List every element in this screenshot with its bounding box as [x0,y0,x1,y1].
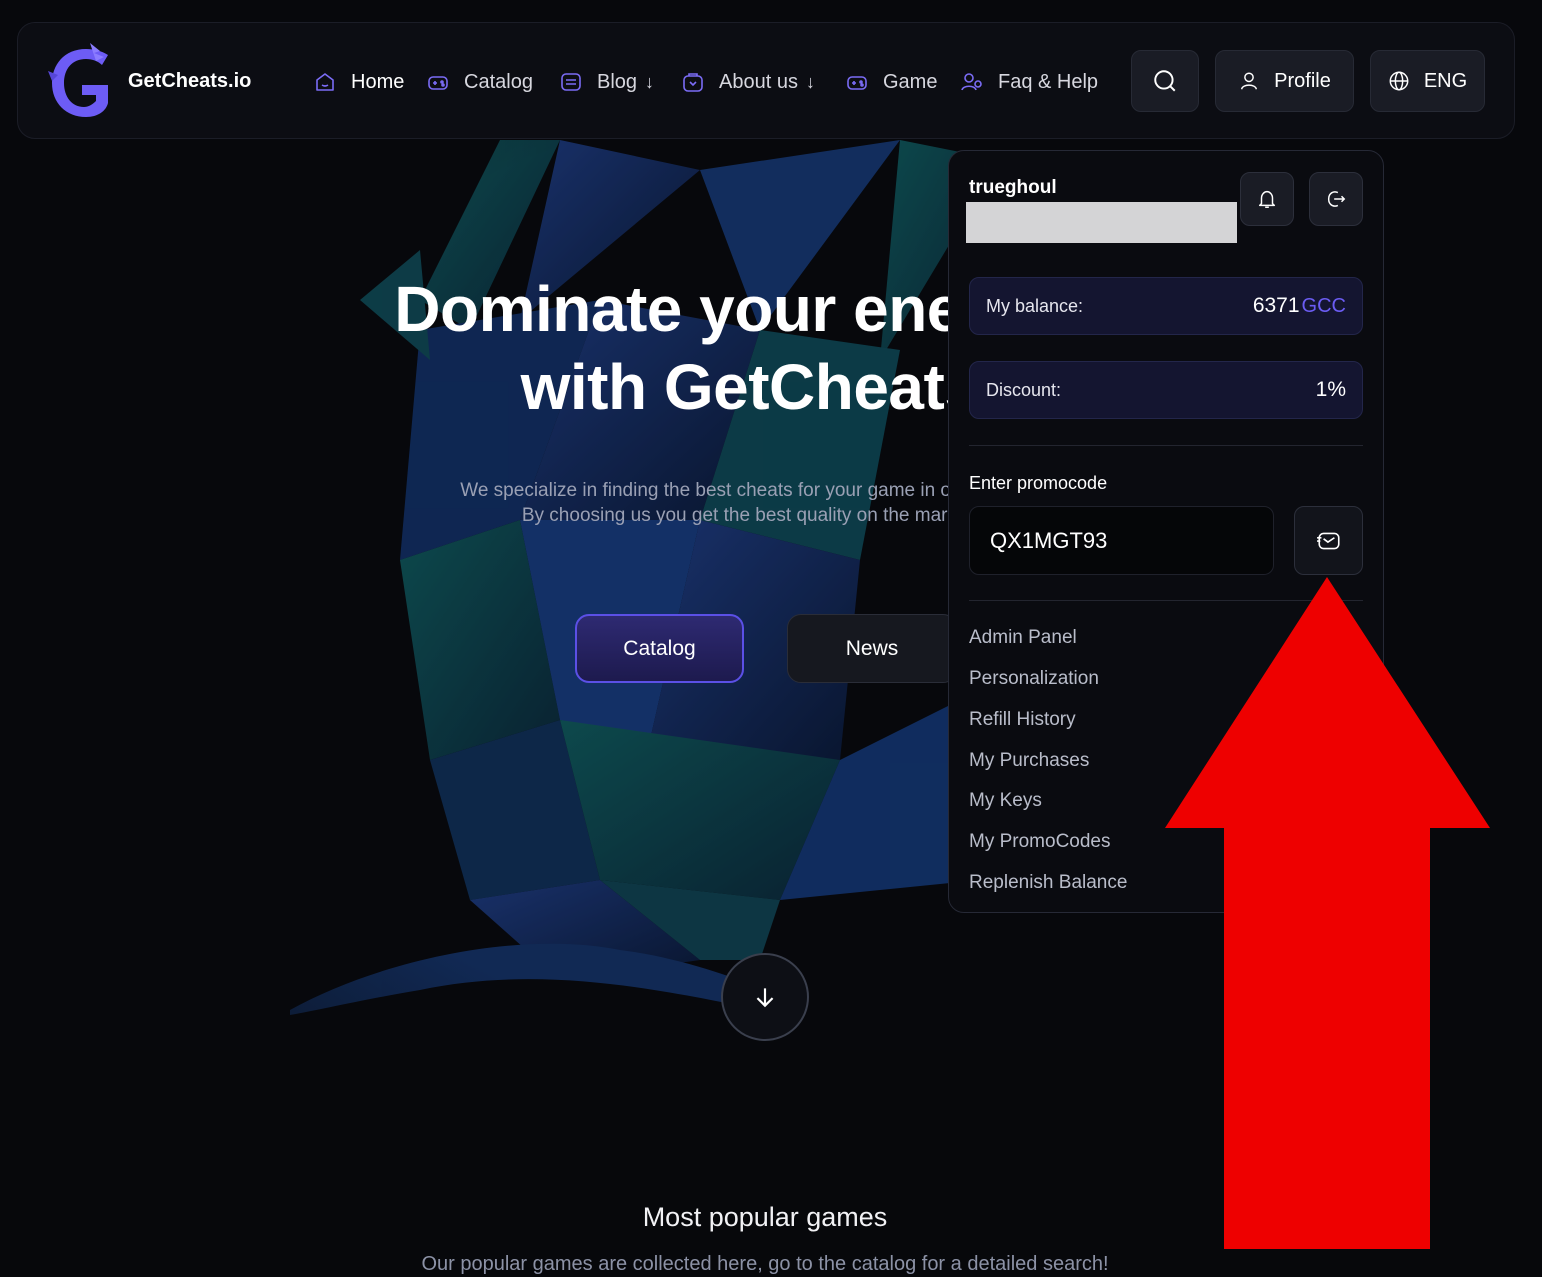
language-label: ENG [1423,69,1468,92]
gamepad-icon [847,76,867,90]
nav-faq-label: Faq & Help [998,70,1099,93]
menu-refill-history[interactable]: Refill History [969,709,1076,731]
red-annotation-arrow [1165,577,1490,1249]
nav-faq[interactable]: Faq & Help [960,67,1098,97]
nav-catalog[interactable]: Catalog [426,67,533,97]
menu-my-purchases[interactable]: My Purchases [969,750,1089,772]
popular-games-subtitle: Our popular games are collected here, go… [421,1253,1109,1275]
notifications-button[interactable] [1240,172,1294,226]
redacted-email-block [966,202,1237,243]
balance-amount: 6371 GCC [1253,294,1346,318]
blog-icon [561,73,581,91]
balance-label: My balance: [986,295,1084,316]
profile-label: Profile [1274,69,1331,92]
menu-personalization[interactable]: Personalization [969,668,1099,690]
logout-icon [1327,191,1346,207]
menu-my-promocodes[interactable]: My PromoCodes [969,831,1111,853]
globe-icon [1389,71,1409,91]
bell-icon [1258,190,1276,208]
balance-row: My balance: 6371 GCC [969,277,1363,335]
divider [969,445,1363,446]
nav-about[interactable]: About us ↓ [681,67,815,97]
popular-games-title: Most popular games [642,1202,888,1232]
hero-catalog-button[interactable]: Catalog [575,614,744,683]
nav-blog-label: Blog [597,70,638,93]
users-icon [961,73,982,91]
balance-currency: GCC [1301,295,1346,317]
chevron-down-icon: ↓ [805,71,815,92]
promocode-submit-button[interactable] [1294,506,1363,575]
menu-replenish-balance[interactable]: Replenish Balance [969,872,1127,894]
nav-game[interactable]: Game [845,67,937,97]
user-icon [1241,72,1258,90]
getcheats-logo-icon[interactable] [46,41,112,121]
ticket-send-icon [1316,532,1340,549]
discount-row: Discount: 1% [969,361,1363,419]
search-icon [1154,70,1176,92]
search-button[interactable] [1131,50,1199,112]
nav-catalog-label: Catalog [464,70,533,93]
home-icon [316,73,334,91]
promocode-label: Enter promocode [969,473,1108,493]
arrow-down-icon [756,988,774,1008]
info-bag-icon [683,73,703,92]
dropdown-username: trueghoul [969,177,1057,198]
nav-blog[interactable]: Blog ↓ [559,67,654,97]
nav-home[interactable]: Home [313,67,404,97]
balance-value: 6371 [1252,294,1300,317]
chevron-down-icon: ↓ [645,71,655,92]
promocode-input[interactable] [969,506,1274,575]
discount-label: Discount: [986,379,1062,400]
logout-button[interactable] [1309,172,1363,226]
menu-my-keys[interactable]: My Keys [969,790,1042,812]
gamepad-icon [428,76,448,90]
nav-about-label: About us [719,70,798,93]
top-navbar: GetCheats.io Home Catalog Blog ↓ About u… [17,22,1515,139]
discount-value: 1% [1315,378,1346,401]
nav-game-label: Game [883,70,938,93]
nav-home-label: Home [351,70,405,93]
menu-admin-panel[interactable]: Admin Panel [969,627,1077,649]
profile-button[interactable]: Profile [1215,50,1354,112]
language-button[interactable]: ENG [1370,50,1485,112]
scroll-down-button[interactable] [721,953,809,1041]
brand-name[interactable]: GetCheats.io [128,70,251,93]
hero-news-button[interactable]: News [787,614,957,683]
